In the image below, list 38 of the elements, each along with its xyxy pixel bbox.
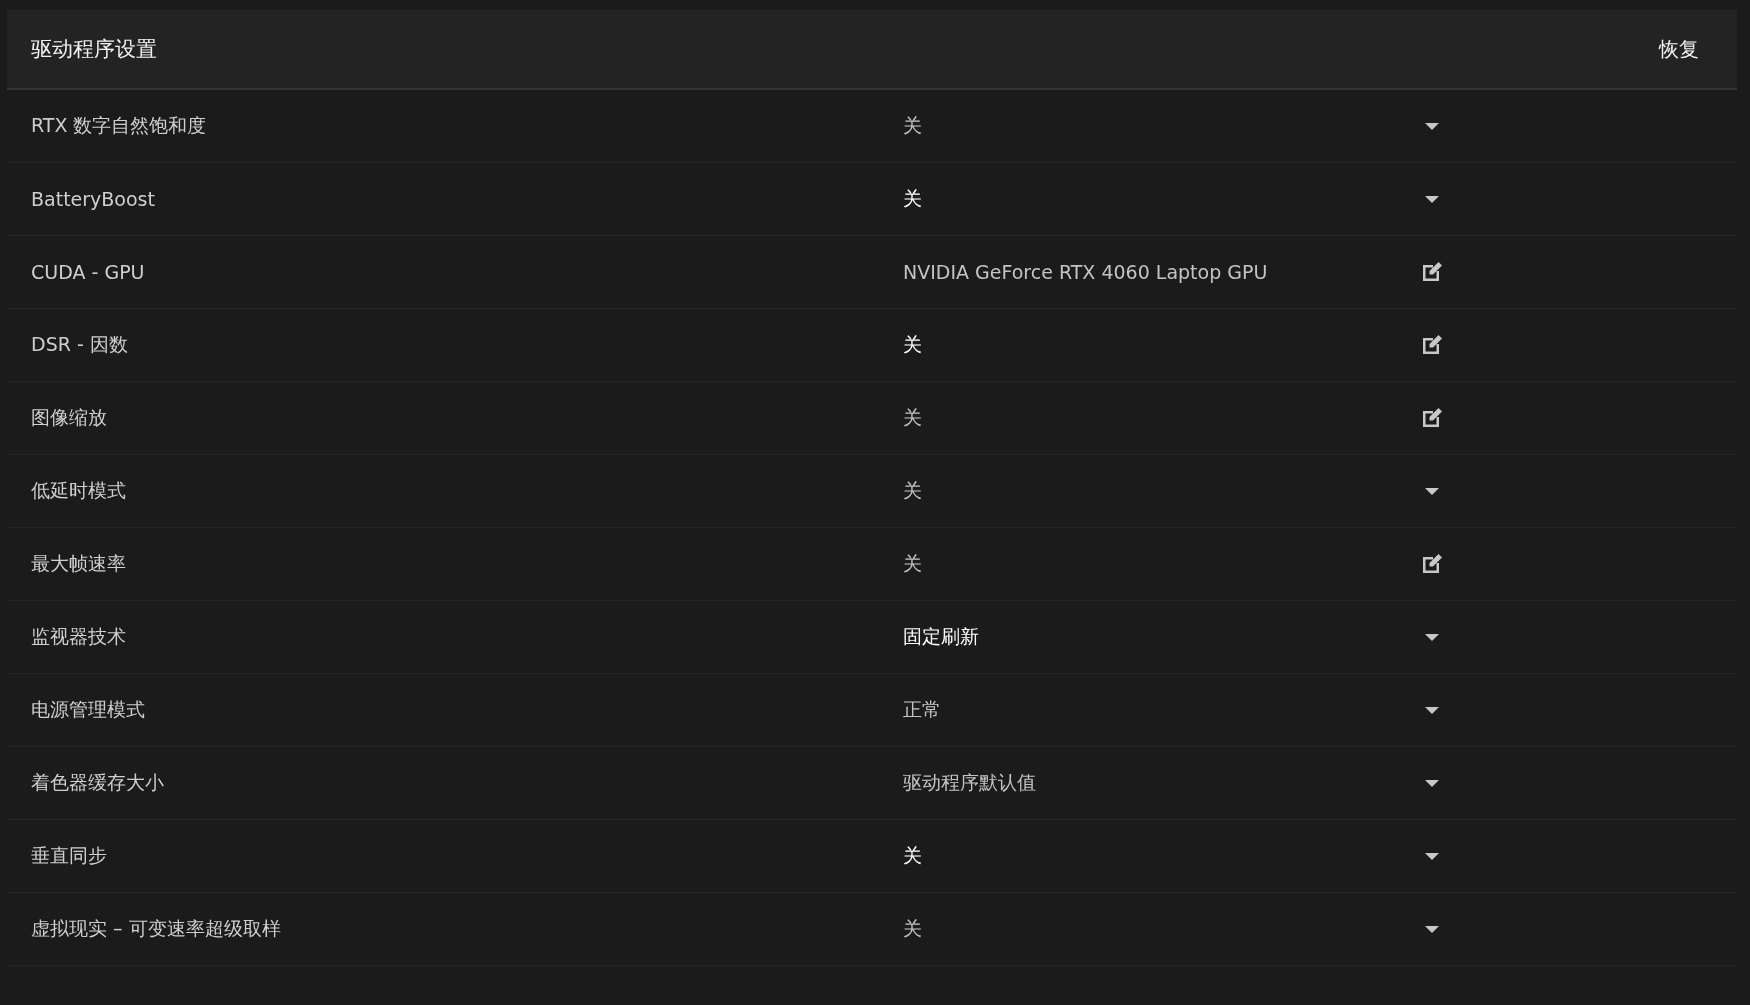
setting-value[interactable]: 关: [903, 551, 922, 577]
restore-button[interactable]: 恢复: [1651, 31, 1707, 67]
setting-value[interactable]: 正常: [903, 697, 941, 723]
dropdown-arrow-icon[interactable]: [1425, 195, 1439, 203]
setting-label: BatteryBoost: [31, 188, 155, 210]
panel-title: 驱动程序设置: [31, 36, 157, 63]
setting-value[interactable]: 关: [903, 916, 922, 942]
setting-value[interactable]: 固定刷新: [903, 624, 979, 650]
edit-icon[interactable]: [1420, 333, 1444, 357]
setting-value[interactable]: NVIDIA GeForce RTX 4060 Laptop GPU: [903, 261, 1268, 283]
edit-icon[interactable]: [1420, 406, 1444, 430]
dropdown-arrow-icon[interactable]: [1425, 925, 1439, 933]
setting-value[interactable]: 关: [903, 332, 922, 358]
dropdown-arrow-icon[interactable]: [1425, 706, 1439, 714]
setting-value[interactable]: 关: [903, 113, 922, 139]
setting-label: 着色器缓存大小: [31, 770, 164, 795]
setting-label: 低延时模式: [31, 478, 126, 503]
setting-value[interactable]: 关: [903, 186, 922, 212]
setting-label: 最大帧速率: [31, 551, 126, 576]
setting-value[interactable]: 关: [903, 843, 922, 869]
dropdown-arrow-icon[interactable]: [1425, 122, 1439, 130]
setting-label: CUDA - GPU: [31, 261, 145, 283]
setting-value[interactable]: 驱动程序默认值: [903, 770, 1036, 796]
setting-label: 虚拟现实 – 可变速率超级取样: [31, 916, 281, 941]
dropdown-arrow-icon[interactable]: [1425, 487, 1439, 495]
setting-label: 图像缩放: [31, 405, 107, 430]
edit-icon[interactable]: [1420, 552, 1444, 576]
setting-label: 监视器技术: [31, 624, 126, 649]
setting-label: DSR - 因数: [31, 332, 128, 357]
dropdown-arrow-icon[interactable]: [1425, 633, 1439, 641]
dropdown-arrow-icon[interactable]: [1425, 852, 1439, 860]
setting-label: 垂直同步: [31, 843, 107, 868]
setting-label: RTX 数字自然饱和度: [31, 113, 207, 138]
setting-value[interactable]: 关: [903, 478, 922, 504]
edit-icon[interactable]: [1420, 260, 1444, 284]
setting-label: 电源管理模式: [31, 697, 145, 722]
dropdown-arrow-icon[interactable]: [1425, 779, 1439, 787]
setting-value[interactable]: 关: [903, 405, 922, 431]
